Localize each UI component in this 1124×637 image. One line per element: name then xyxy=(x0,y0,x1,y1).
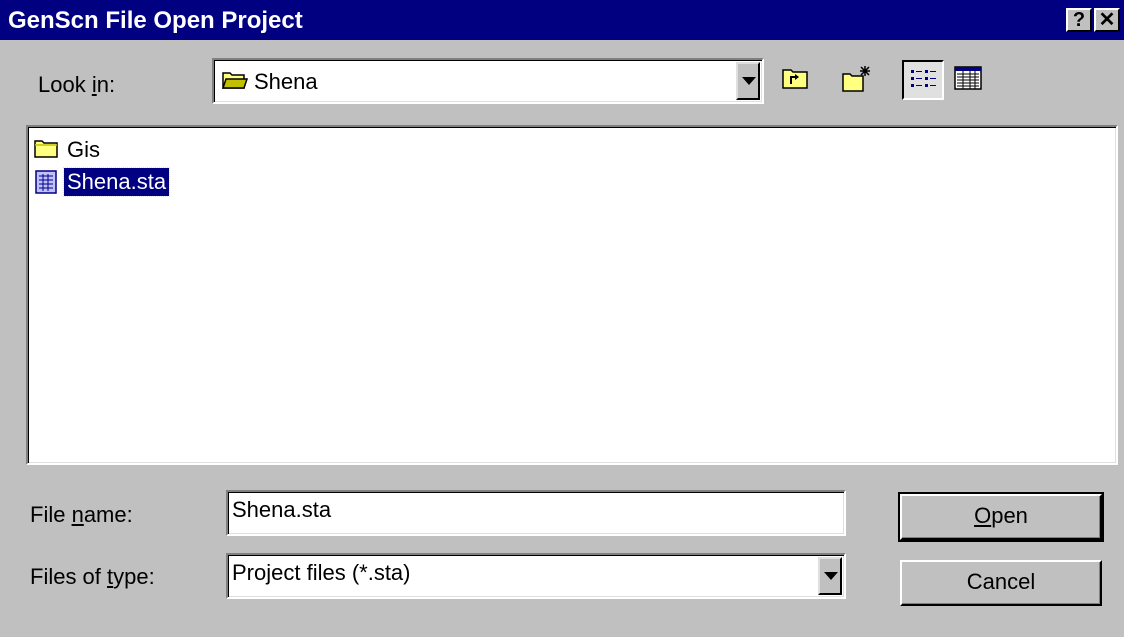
file-name-value: Shena.sta xyxy=(232,497,332,522)
file-list[interactable]: Gis Shena.sta xyxy=(26,125,1118,465)
file-type-dropdown-button[interactable] xyxy=(818,557,842,595)
window-title: GenScn File Open Project xyxy=(8,7,303,34)
list-view-icon xyxy=(911,70,936,87)
file-name-input[interactable]: Shena.sta xyxy=(226,490,846,536)
close-button[interactable]: ✕ xyxy=(1094,8,1120,32)
list-item-gis[interactable]: Gis xyxy=(34,135,154,165)
help-icon: ? xyxy=(1072,9,1086,31)
up-one-level-icon xyxy=(782,69,808,89)
project-file-icon xyxy=(34,170,58,199)
folder-icon xyxy=(34,138,58,163)
file-type-select[interactable]: Project files (*.sta) xyxy=(226,553,846,599)
create-new-folder-icon xyxy=(842,66,870,92)
list-item-shena-sta[interactable]: Shena.sta xyxy=(34,167,214,197)
title-bar[interactable]: GenScn File Open Project ? ✕ xyxy=(0,0,1124,40)
list-item-label: Gis xyxy=(67,137,100,162)
look-in-value: Shena xyxy=(254,69,318,94)
open-folder-icon xyxy=(221,70,249,95)
details-view-button[interactable] xyxy=(948,60,990,100)
look-in-dropdown-button[interactable] xyxy=(736,62,760,100)
file-type-value: Project files (*.sta) xyxy=(232,560,411,585)
cancel-button[interactable]: Cancel xyxy=(900,560,1102,606)
list-view-button[interactable] xyxy=(902,60,944,100)
look-in-combo[interactable]: Shena xyxy=(212,58,764,104)
chevron-down-icon xyxy=(824,572,838,580)
details-view-icon xyxy=(954,66,982,90)
up-one-level-button[interactable] xyxy=(776,60,818,100)
look-in-label: Look in: xyxy=(38,72,116,97)
close-icon: ✕ xyxy=(1098,9,1116,31)
file-name-label: File name: xyxy=(30,502,133,527)
file-type-label: Files of type: xyxy=(30,564,155,589)
chevron-down-icon xyxy=(742,77,756,85)
help-button[interactable]: ? xyxy=(1066,8,1092,32)
open-button[interactable]: Open xyxy=(898,492,1104,542)
list-item-label: Shena.sta xyxy=(62,167,171,197)
create-new-folder-button[interactable] xyxy=(836,60,878,100)
